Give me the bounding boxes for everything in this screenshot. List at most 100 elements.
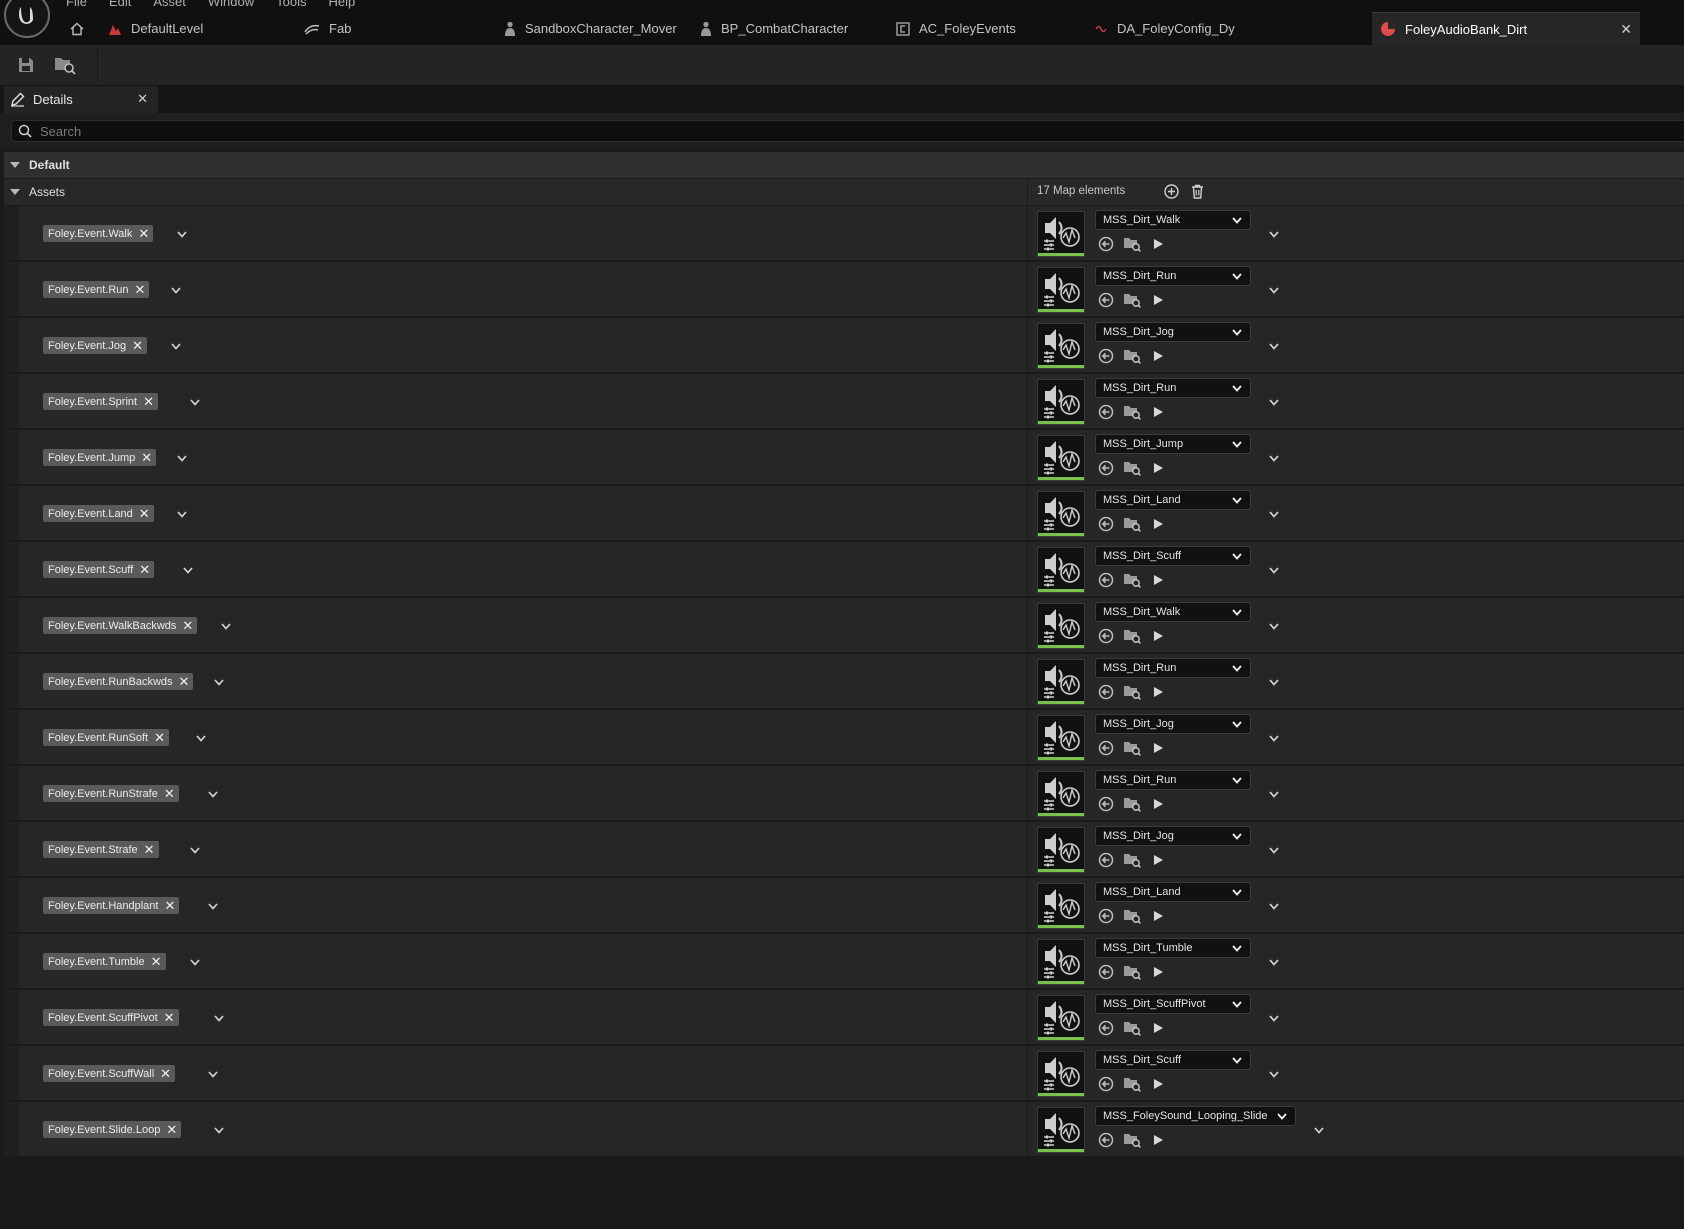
asset-picker-combo[interactable]: MSS_Dirt_ScuffPivot <box>1095 994 1251 1014</box>
gameplay-tag-chip[interactable]: Foley.Event.Run ✕ <box>43 281 150 298</box>
gameplay-tag-chip[interactable]: Foley.Event.Strafe ✕ <box>43 841 159 858</box>
play-icon[interactable] <box>1149 1075 1167 1093</box>
value-expand-chevron-icon[interactable] <box>1267 507 1281 521</box>
tag-dropdown-chevron-icon[interactable] <box>194 731 208 745</box>
use-selected-icon[interactable] <box>1097 627 1115 645</box>
asset-picker-combo[interactable]: MSS_Dirt_Walk <box>1095 602 1251 622</box>
use-selected-icon[interactable] <box>1097 459 1115 477</box>
remove-tag-icon[interactable]: ✕ <box>154 731 165 744</box>
column-divider[interactable] <box>1027 206 1028 260</box>
browse-asset-icon[interactable] <box>1123 963 1141 981</box>
remove-tag-icon[interactable]: ✕ <box>182 619 193 632</box>
property-assets-header[interactable]: Assets 17 Map elements <box>4 179 1684 205</box>
metasound-thumbnail-icon[interactable] <box>1037 659 1085 705</box>
asset-picker-combo[interactable]: MSS_Dirt_Tumble <box>1095 938 1251 958</box>
menu-item-asset[interactable]: Asset <box>153 0 186 9</box>
use-selected-icon[interactable] <box>1097 739 1115 757</box>
column-divider[interactable] <box>1027 179 1028 205</box>
search-input[interactable] <box>38 122 1542 140</box>
gameplay-tag-chip[interactable]: Foley.Event.RunBackwds ✕ <box>43 673 194 690</box>
metasound-thumbnail-icon[interactable] <box>1037 211 1085 257</box>
column-divider[interactable] <box>1027 654 1028 708</box>
browse-asset-icon[interactable] <box>1123 291 1141 309</box>
play-icon[interactable] <box>1149 459 1167 477</box>
play-icon[interactable] <box>1149 291 1167 309</box>
tag-dropdown-chevron-icon[interactable] <box>219 619 233 633</box>
metasound-thumbnail-icon[interactable] <box>1037 1107 1085 1153</box>
value-expand-chevron-icon[interactable] <box>1267 451 1281 465</box>
gameplay-tag-chip[interactable]: Foley.Event.RunSoft ✕ <box>43 729 169 746</box>
value-expand-chevron-icon[interactable] <box>1267 787 1281 801</box>
asset-picker-combo[interactable]: MSS_Dirt_Scuff <box>1095 546 1251 566</box>
value-expand-chevron-icon[interactable] <box>1267 955 1281 969</box>
value-expand-chevron-icon[interactable] <box>1267 563 1281 577</box>
use-selected-icon[interactable] <box>1097 403 1115 421</box>
use-selected-icon[interactable] <box>1097 571 1115 589</box>
column-divider[interactable] <box>1027 374 1028 428</box>
column-divider[interactable] <box>1027 318 1028 372</box>
tag-dropdown-chevron-icon[interactable] <box>206 899 220 913</box>
gameplay-tag-chip[interactable]: Foley.Event.Slide.Loop ✕ <box>43 1121 182 1138</box>
browse-asset-icon[interactable] <box>1123 907 1141 925</box>
asset-picker-combo[interactable]: MSS_Dirt_Walk <box>1095 210 1251 230</box>
gameplay-tag-chip[interactable]: Foley.Event.WalkBackwds ✕ <box>43 617 198 634</box>
use-selected-icon[interactable] <box>1097 515 1115 533</box>
asset-picker-combo[interactable]: MSS_Dirt_Jump <box>1095 434 1251 454</box>
value-expand-chevron-icon[interactable] <box>1267 227 1281 241</box>
tag-dropdown-chevron-icon[interactable] <box>175 507 189 521</box>
value-expand-chevron-icon[interactable] <box>1267 1011 1281 1025</box>
menu-item-tools[interactable]: Tools <box>276 0 306 9</box>
play-icon[interactable] <box>1149 1131 1167 1149</box>
details-panel-tab[interactable]: Details ✕ <box>4 86 158 113</box>
value-expand-chevron-icon[interactable] <box>1267 731 1281 745</box>
browse-asset-icon[interactable] <box>1123 1075 1141 1093</box>
column-divider[interactable] <box>1027 766 1028 820</box>
metasound-thumbnail-icon[interactable] <box>1037 995 1085 1041</box>
tab-defaultlevel[interactable]: DefaultLevel <box>100 12 280 45</box>
tag-dropdown-chevron-icon[interactable] <box>188 955 202 969</box>
home-tab[interactable] <box>70 12 96 45</box>
gameplay-tag-chip[interactable]: Foley.Event.Jump ✕ <box>43 449 157 466</box>
metasound-thumbnail-icon[interactable] <box>1037 435 1085 481</box>
browse-asset-icon[interactable] <box>1123 235 1141 253</box>
play-icon[interactable] <box>1149 235 1167 253</box>
browse-asset-icon[interactable] <box>1123 515 1141 533</box>
tag-dropdown-chevron-icon[interactable] <box>175 451 189 465</box>
value-expand-chevron-icon[interactable] <box>1267 843 1281 857</box>
gameplay-tag-chip[interactable]: Foley.Event.Handplant ✕ <box>43 897 180 914</box>
asset-picker-combo[interactable]: MSS_Dirt_Run <box>1095 658 1251 678</box>
column-divider[interactable] <box>1027 1046 1028 1100</box>
remove-tag-icon[interactable]: ✕ <box>151 955 162 968</box>
menu-item-help[interactable]: Help <box>328 0 355 9</box>
gameplay-tag-chip[interactable]: Foley.Event.Land ✕ <box>43 505 154 522</box>
remove-tag-icon[interactable]: ✕ <box>144 843 155 856</box>
metasound-thumbnail-icon[interactable] <box>1037 715 1085 761</box>
metasound-thumbnail-icon[interactable] <box>1037 379 1085 425</box>
metasound-thumbnail-icon[interactable] <box>1037 267 1085 313</box>
tab-foleyaudiobank-dirt[interactable]: FoleyAudioBank_Dirt ✕ <box>1372 12 1640 45</box>
menu-item-edit[interactable]: Edit <box>109 0 131 9</box>
metasound-thumbnail-icon[interactable] <box>1037 323 1085 369</box>
tag-dropdown-chevron-icon[interactable] <box>188 395 202 409</box>
column-divider[interactable] <box>1027 430 1028 484</box>
browse-asset-icon[interactable] <box>1123 683 1141 701</box>
asset-picker-combo[interactable]: MSS_Dirt_Land <box>1095 490 1251 510</box>
metasound-thumbnail-icon[interactable] <box>1037 491 1085 537</box>
play-icon[interactable] <box>1149 851 1167 869</box>
remove-tag-icon[interactable]: ✕ <box>179 675 190 688</box>
use-selected-icon[interactable] <box>1097 1075 1115 1093</box>
gameplay-tag-chip[interactable]: Foley.Event.RunStrafe ✕ <box>43 785 179 802</box>
play-icon[interactable] <box>1149 571 1167 589</box>
column-divider[interactable] <box>1027 710 1028 764</box>
remove-tag-icon[interactable]: ✕ <box>135 283 146 296</box>
asset-picker-combo[interactable]: MSS_Dirt_Run <box>1095 378 1251 398</box>
column-divider[interactable] <box>1027 542 1028 596</box>
column-divider[interactable] <box>1027 822 1028 876</box>
gameplay-tag-chip[interactable]: Foley.Event.Walk ✕ <box>43 225 154 242</box>
metasound-thumbnail-icon[interactable] <box>1037 827 1085 873</box>
remove-tag-icon[interactable]: ✕ <box>166 1123 177 1136</box>
remove-tag-icon[interactable]: ✕ <box>160 1067 171 1080</box>
gameplay-tag-chip[interactable]: Foley.Event.Scuff ✕ <box>43 561 155 578</box>
value-expand-chevron-icon[interactable] <box>1267 1067 1281 1081</box>
use-selected-icon[interactable] <box>1097 1131 1115 1149</box>
